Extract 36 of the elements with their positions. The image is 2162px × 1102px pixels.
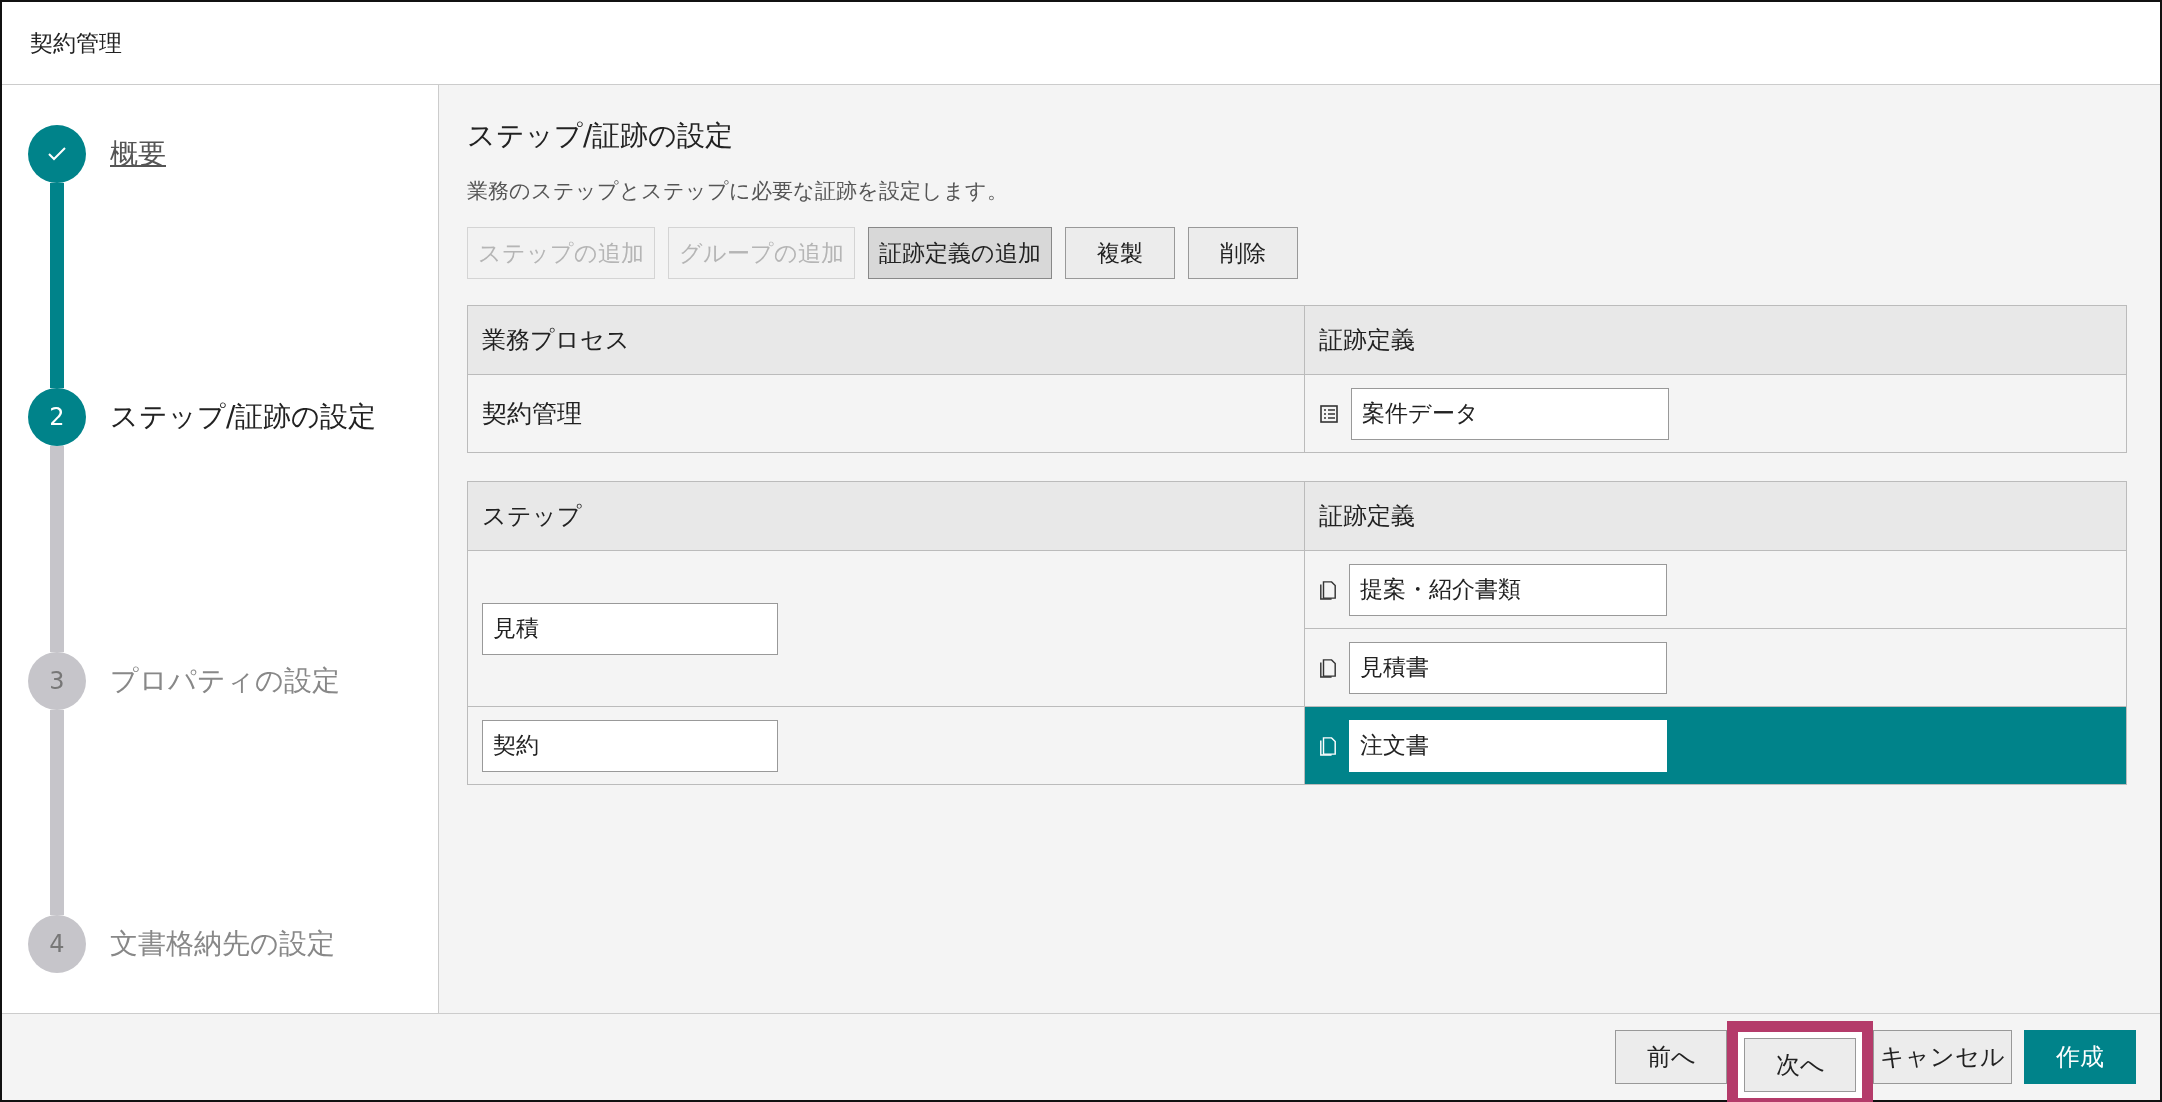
footer-button[interactable]: キャンセル xyxy=(1873,1030,2012,1084)
footer-button[interactable]: 次へ xyxy=(1744,1038,1856,1092)
step-number: 3 xyxy=(49,666,65,695)
toolbar-button[interactable]: 証跡定義の追加 xyxy=(868,227,1052,279)
document-icon xyxy=(1319,656,1337,679)
step-name-field[interactable]: 契約 xyxy=(482,719,778,772)
evidence-cell[interactable]: 案件データ xyxy=(1304,374,2127,453)
document-icon xyxy=(1319,734,1337,757)
window-title: 契約管理 xyxy=(30,28,122,58)
evidence-field[interactable]: 案件データ xyxy=(1351,387,1669,440)
footer-button[interactable]: 作成 xyxy=(2024,1030,2136,1084)
evidence-field[interactable]: 提案・紹介書類 xyxy=(1349,563,1667,616)
table-cell: 契約管理 xyxy=(467,374,1305,453)
column-header: 業務プロセス xyxy=(467,305,1305,375)
evidence-field[interactable]: 注文書 xyxy=(1349,719,1667,772)
step-link[interactable]: 概要 xyxy=(110,135,166,173)
toolbar-button[interactable]: 削除 xyxy=(1188,227,1298,279)
step-label: プロパティの設定 xyxy=(110,662,340,699)
column-header: 証跡定義 xyxy=(1304,305,2127,375)
step-name-field[interactable]: 見積 xyxy=(482,602,778,655)
document-icon xyxy=(1319,578,1337,601)
step-number: 2 xyxy=(49,403,65,432)
evidence-cell[interactable]: 注文書 xyxy=(1304,706,2127,785)
evidence-field[interactable]: 見積書 xyxy=(1349,641,1667,694)
section-description: 業務のステップとステップに必要な証跡を設定します。 xyxy=(467,178,1009,205)
column-header: ステップ xyxy=(467,481,1305,551)
evidence-cell[interactable]: 見積書 xyxy=(1304,628,2127,707)
list-icon xyxy=(1319,403,1339,424)
section-heading: ステップ/証跡の設定 xyxy=(467,118,735,154)
step-number: 4 xyxy=(49,930,65,958)
step-label: 文書格納先の設定 xyxy=(110,926,335,962)
step-label: ステップ/証跡の設定 xyxy=(110,399,377,436)
evidence-cell[interactable]: 提案・紹介書類 xyxy=(1304,550,2127,629)
toolbar-button[interactable]: 複製 xyxy=(1065,227,1175,279)
column-header: 証跡定義 xyxy=(1304,481,2127,551)
footer-button[interactable]: 前へ xyxy=(1615,1030,1727,1084)
